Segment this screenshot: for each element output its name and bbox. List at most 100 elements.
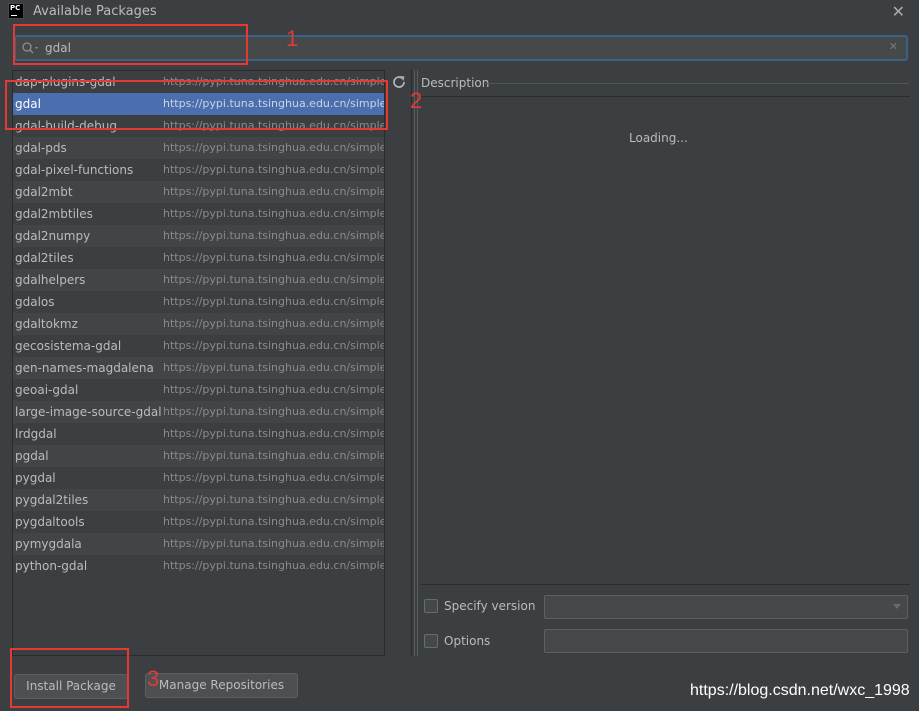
panel-splitter[interactable] [414, 70, 418, 656]
package-name: gdaltokmz [15, 317, 78, 331]
package-repo-url: https://pypi.tuna.tsinghua.edu.cn/simple… [163, 163, 385, 176]
package-list[interactable]: dap-plugins-gdal https://pypi.tuna.tsingh… [12, 70, 385, 656]
description-separator [485, 83, 909, 84]
package-row[interactable]: pygdaltools https://pypi.tuna.tsinghua.ed… [13, 511, 385, 533]
package-name: gdalhelpers [15, 273, 86, 287]
clear-search-icon[interactable]: ✕ [889, 40, 898, 53]
package-repo-url: https://pypi.tuna.tsinghua.edu.cn/simple… [163, 537, 385, 550]
window-title: Available Packages [33, 4, 157, 19]
package-repo-url: https://pypi.tuna.tsinghua.edu.cn/simple… [163, 119, 385, 132]
package-row[interactable]: pgdal https://pypi.tuna.tsinghua.edu.cn/s… [13, 445, 385, 467]
package-name: gdal2numpy [15, 229, 91, 243]
package-row[interactable]: python-gdal https://pypi.tuna.tsinghua.ed… [13, 555, 385, 577]
pycharm-app-icon: PC [8, 3, 24, 19]
app-icon-text: PC [10, 4, 21, 12]
package-row[interactable]: gen-names-magdalena https://pypi.tuna.tsi… [13, 357, 385, 379]
package-name: gdal-pds [15, 141, 67, 155]
package-row[interactable]: gdal-pixel-functions https://pypi.tuna.ts… [13, 159, 385, 181]
package-row[interactable]: gecosistema-gdal https://pypi.tuna.tsingh… [13, 335, 385, 357]
package-name: gdal-pixel-functions [15, 163, 134, 177]
description-heading: Description [421, 76, 490, 90]
package-row[interactable]: gdalos https://pypi.tuna.tsinghua.edu.cn/… [13, 291, 385, 313]
package-name: gen-names-magdalena [15, 361, 154, 375]
description-panel: Loading... [421, 96, 910, 585]
chevron-down-icon [893, 604, 901, 609]
package-repo-url: https://pypi.tuna.tsinghua.edu.cn/simple… [163, 471, 385, 484]
package-name: pygdal2tiles [15, 493, 89, 507]
package-repo-url: https://pypi.tuna.tsinghua.edu.cn/simple… [163, 427, 385, 440]
package-row[interactable]: gdal2mbt https://pypi.tuna.tsinghua.edu.c… [13, 181, 385, 203]
package-name: geoai-gdal [15, 383, 79, 397]
package-name: gdalos [15, 295, 55, 309]
package-repo-url: https://pypi.tuna.tsinghua.edu.cn/simple… [163, 339, 385, 352]
package-row[interactable]: large-image-source-gdal https://pypi.tuna… [13, 401, 385, 423]
package-row[interactable]: gdal2numpy https://pypi.tuna.tsinghua.edu… [13, 225, 385, 247]
package-repo-url: https://pypi.tuna.tsinghua.edu.cn/simple… [163, 449, 385, 462]
loading-text: Loading... [629, 131, 688, 145]
search-icon[interactable] [21, 41, 41, 55]
package-name: dap-plugins-gdal [15, 75, 116, 89]
package-row[interactable]: geoai-gdal https://pypi.tuna.tsinghua.edu… [13, 379, 385, 401]
package-row[interactable]: gdal2tiles https://pypi.tuna.tsinghua.edu… [13, 247, 385, 269]
package-name: pygdaltools [15, 515, 85, 529]
version-select[interactable] [544, 595, 908, 619]
specify-version-label: Specify version [444, 599, 536, 613]
package-row[interactable]: pygdal https://pypi.tuna.tsinghua.edu.cn/… [13, 467, 385, 489]
package-search-field[interactable]: ✕ [14, 35, 908, 61]
package-repo-url: https://pypi.tuna.tsinghua.edu.cn/simple… [163, 251, 385, 264]
package-repo-url: https://pypi.tuna.tsinghua.edu.cn/simple… [163, 97, 385, 110]
package-row[interactable]: gdal-pds https://pypi.tuna.tsinghua.edu.c… [13, 137, 385, 159]
package-row[interactable]: dap-plugins-gdal https://pypi.tuna.tsingh… [13, 71, 385, 93]
package-repo-url: https://pypi.tuna.tsinghua.edu.cn/simple… [163, 229, 385, 242]
annotation-number-3: 3 [147, 666, 160, 691]
package-name: gdal2tiles [15, 251, 74, 265]
package-name: large-image-source-gdal [15, 405, 162, 419]
options-label: Options [444, 634, 491, 648]
options-input[interactable] [545, 630, 907, 652]
package-row[interactable]: gdal2mbtiles https://pypi.tuna.tsinghua.e… [13, 203, 385, 225]
package-name: pymygdala [15, 537, 82, 551]
package-repo-url: https://pypi.tuna.tsinghua.edu.cn/simple… [163, 405, 385, 418]
specify-version-checkbox[interactable] [424, 599, 438, 613]
package-repo-url: https://pypi.tuna.tsinghua.edu.cn/simple… [163, 383, 385, 396]
package-repo-url: https://pypi.tuna.tsinghua.edu.cn/simple… [163, 515, 385, 528]
package-name: gdal-build-debug [15, 119, 117, 133]
package-repo-url: https://pypi.tuna.tsinghua.edu.cn/simple… [163, 559, 385, 572]
package-name: gdal2mbt [15, 185, 73, 199]
package-row[interactable]: gdal-build-debug https://pypi.tuna.tsingh… [13, 115, 385, 137]
package-repo-url: https://pypi.tuna.tsinghua.edu.cn/simple… [163, 141, 385, 154]
package-name: pgdal [15, 449, 49, 463]
package-name: python-gdal [15, 559, 88, 573]
title-bar: PC Available Packages ✕ [0, 0, 919, 24]
package-name: lrdgdal [15, 427, 57, 441]
package-row[interactable]: pygdal2tiles https://pypi.tuna.tsinghua.e… [13, 489, 385, 511]
package-repo-url: https://pypi.tuna.tsinghua.edu.cn/simple… [163, 75, 385, 88]
package-row[interactable]: lrdgdal https://pypi.tuna.tsinghua.edu.cn… [13, 423, 385, 445]
annotation-number-1: 1 [286, 26, 299, 51]
package-row[interactable]: gdalhelpers https://pypi.tuna.tsinghua.ed… [13, 269, 385, 291]
search-input[interactable] [45, 39, 875, 57]
package-name: gecosistema-gdal [15, 339, 122, 353]
list-side-toolbar [386, 70, 412, 656]
options-checkbox[interactable] [424, 634, 438, 648]
package-row[interactable]: pymygdala https://pypi.tuna.tsinghua.edu.… [13, 533, 385, 555]
package-repo-url: https://pypi.tuna.tsinghua.edu.cn/simple… [163, 273, 385, 286]
package-row[interactable]: gdaltokmz https://pypi.tuna.tsinghua.edu.… [13, 313, 385, 335]
package-repo-url: https://pypi.tuna.tsinghua.edu.cn/simple… [163, 295, 385, 308]
close-icon[interactable]: ✕ [892, 2, 905, 21]
package-repo-url: https://pypi.tuna.tsinghua.edu.cn/simple… [163, 361, 385, 374]
package-repo-url: https://pypi.tuna.tsinghua.edu.cn/simple… [163, 317, 385, 330]
refresh-icon[interactable] [391, 74, 407, 90]
package-repo-url: https://pypi.tuna.tsinghua.edu.cn/simple… [163, 185, 385, 198]
package-name: gdal2mbtiles [15, 207, 93, 221]
manage-repositories-button[interactable]: Manage Repositories [145, 673, 298, 698]
annotation-number-2: 2 [410, 88, 423, 113]
package-row[interactable]: gdal https://pypi.tuna.tsinghua.edu.cn/si… [13, 93, 385, 115]
package-name: gdal [15, 97, 41, 111]
options-field[interactable] [544, 629, 908, 653]
watermark-text: https://blog.csdn.net/wxc_1998 [690, 682, 910, 699]
install-package-button[interactable]: Install Package [14, 674, 128, 699]
package-name: pygdal [15, 471, 56, 485]
package-repo-url: https://pypi.tuna.tsinghua.edu.cn/simple… [163, 207, 385, 220]
package-repo-url: https://pypi.tuna.tsinghua.edu.cn/simple… [163, 493, 385, 506]
